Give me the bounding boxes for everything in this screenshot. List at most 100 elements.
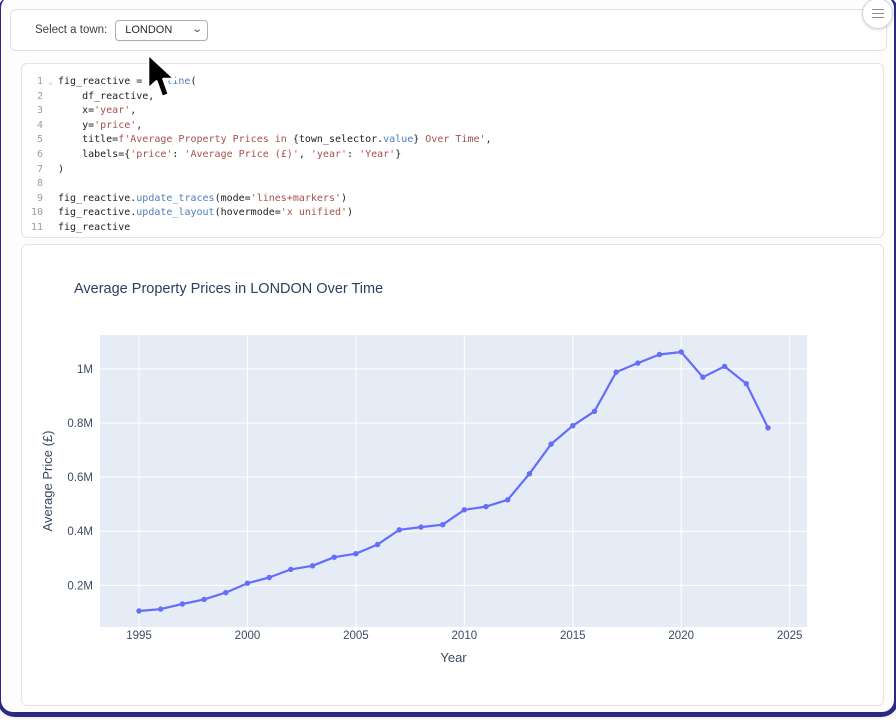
fold-chevron-icon[interactable]: ⌄: [43, 75, 58, 90]
data-point: [136, 608, 141, 613]
code-text[interactable]: df_reactive,: [58, 90, 154, 105]
code-token: update_layout: [136, 207, 214, 218]
code-token: 'lines+markers': [251, 193, 341, 204]
code-line[interactable]: 2 df_reactive,: [22, 90, 883, 105]
data-point: [548, 441, 553, 446]
code-token: (: [190, 76, 196, 87]
code-token: Over Time': [419, 134, 485, 145]
code-line[interactable]: 7): [22, 163, 883, 178]
code-token: ): [347, 207, 353, 218]
data-point: [700, 375, 705, 380]
x-tick-label: 2020: [668, 630, 694, 642]
data-point: [158, 606, 163, 611]
data-point: [635, 360, 640, 365]
chart-title: Average Property Prices in LONDON Over T…: [74, 281, 383, 297]
x-tick-label: 2025: [777, 630, 803, 642]
line-number: 1: [22, 75, 43, 90]
line-number: 5: [22, 133, 43, 148]
code-line[interactable]: 5 title=f'Average Property Prices in {to…: [22, 133, 883, 148]
code-token: :: [347, 149, 359, 160]
data-point: [201, 597, 206, 602]
data-point: [614, 369, 619, 374]
code-token: :: [172, 149, 184, 160]
code-line[interactable]: 3 x='year',: [22, 104, 883, 119]
data-point: [440, 522, 445, 527]
data-point: [744, 381, 749, 386]
code-text[interactable]: fig_reactive.update_traces(mode='lines+m…: [58, 192, 347, 207]
code-token: ,: [136, 120, 142, 131]
code-token: ): [341, 193, 347, 204]
code-line[interactable]: 8: [22, 177, 883, 192]
hamburger-icon: [872, 9, 884, 19]
code-line[interactable]: 6 labels={'price': 'Average Price (£)', …: [22, 148, 883, 163]
code-text[interactable]: labels={'price': 'Average Price (£)', 'y…: [58, 148, 401, 163]
data-point: [765, 425, 770, 430]
x-tick-label: 2005: [343, 630, 369, 642]
data-point: [527, 471, 532, 476]
data-point: [418, 524, 423, 529]
data-point: [483, 504, 488, 509]
fold-gutter: [43, 148, 58, 163]
code-line[interactable]: 10 fig_reactive.update_layout(hovermode='…: [22, 206, 883, 221]
code-lines: 1⌄fig_reactive = px.line(2 df_reactive,3…: [22, 75, 883, 236]
code-token: fig_reactive.: [58, 207, 136, 218]
code-cell-editor[interactable]: 1⌄fig_reactive = px.line(2 df_reactive,3…: [21, 63, 884, 238]
line-number: 8: [22, 177, 43, 192]
code-text[interactable]: fig_reactive: [58, 221, 130, 236]
code-token: 'Average Price (£)': [184, 149, 298, 160]
data-point: [570, 423, 575, 428]
code-text[interactable]: title=f'Average Property Prices in {town…: [58, 133, 492, 148]
code-token: x=: [58, 105, 94, 116]
data-point: [679, 349, 684, 354]
code-token: value: [383, 134, 413, 145]
code-text[interactable]: x='year',: [58, 104, 136, 119]
line-number: 4: [22, 119, 43, 134]
data-point: [592, 409, 597, 414]
x-tick-label: 2015: [560, 630, 586, 642]
chevron-down-icon: ⌄: [192, 25, 203, 35]
notebook-app: Select a town: LONDON ⌄ 1⌄fig_reactive =…: [0, 0, 896, 720]
notebook-page: Select a town: LONDON ⌄ 1⌄fig_reactive =…: [1, 0, 894, 712]
line-number: 10: [22, 206, 43, 221]
x-axis-title: Year: [440, 650, 467, 665]
code-line[interactable]: 9fig_reactive.update_traces(mode='lines+…: [22, 192, 883, 207]
notebook-menu-button[interactable]: [862, 0, 893, 29]
fold-gutter: [43, 119, 58, 134]
line-number: 3: [22, 104, 43, 119]
code-token: title=: [58, 134, 118, 145]
code-token: fig_reactive.: [58, 193, 136, 204]
code-text[interactable]: ): [58, 163, 64, 178]
code-token: line: [166, 76, 190, 87]
data-point: [245, 581, 250, 586]
code-token: 'Year': [359, 149, 395, 160]
code-token: ,: [299, 149, 311, 160]
fold-gutter: [43, 221, 58, 236]
price-chart[interactable]: 19952000200520102015202020250.2M0.4M0.6M…: [22, 245, 883, 705]
data-point: [332, 555, 337, 560]
code-token: y=: [58, 120, 94, 131]
code-line[interactable]: 1⌄fig_reactive = px.line(: [22, 75, 883, 90]
fold-gutter: [43, 177, 58, 192]
fold-gutter: [43, 163, 58, 178]
code-line[interactable]: 4 y='price',: [22, 119, 883, 134]
code-token: {town_selector.: [293, 134, 383, 145]
data-point: [657, 352, 662, 357]
code-token: ,: [130, 105, 136, 116]
code-token: 'year': [94, 105, 130, 116]
code-text[interactable]: fig_reactive = px.line(: [58, 75, 197, 90]
x-tick-label: 1995: [126, 630, 152, 642]
data-point: [288, 567, 293, 572]
code-line[interactable]: 11fig_reactive: [22, 221, 883, 236]
fold-gutter: [43, 192, 58, 207]
chart-output-cell: 19952000200520102015202020250.2M0.4M0.6M…: [21, 244, 884, 706]
data-point: [397, 527, 402, 532]
data-point: [722, 364, 727, 369]
data-point: [223, 590, 228, 595]
fold-gutter: [43, 206, 58, 221]
town-select-dropdown[interactable]: LONDON ⌄: [115, 20, 208, 41]
town-select-value: LONDON: [125, 24, 172, 36]
code-text[interactable]: y='price',: [58, 119, 142, 134]
code-token: (hovermode=: [215, 207, 281, 218]
code-text[interactable]: fig_reactive.update_layout(hovermode='x …: [58, 206, 353, 221]
y-tick-label: 0.8M: [67, 418, 93, 430]
